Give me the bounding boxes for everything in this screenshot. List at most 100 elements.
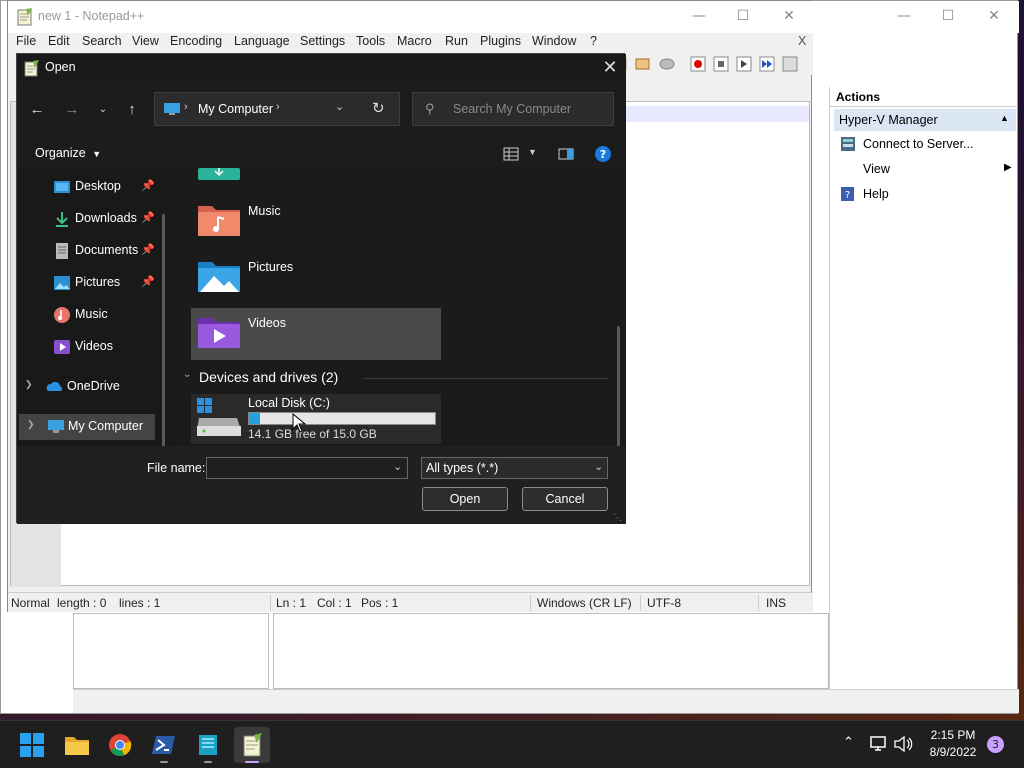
pictures-icon bbox=[54, 276, 70, 290]
address-dropdown-chevron-icon[interactable]: ⌄ bbox=[335, 100, 344, 113]
show-hidden-icons-chevron-icon[interactable]: ⌃ bbox=[843, 735, 854, 750]
help-icon[interactable]: ? bbox=[594, 145, 612, 163]
dialog-command-bar: Organize ▼ ▼ ? bbox=[17, 140, 626, 168]
file-name-input[interactable]: ⌄ bbox=[206, 457, 408, 479]
npp-maximize-button[interactable]: ☐ bbox=[720, 5, 766, 29]
action-view[interactable]: View ▶ bbox=[834, 158, 1014, 182]
action-help[interactable]: ? Help bbox=[834, 183, 1014, 207]
menu-edit[interactable]: Edit bbox=[48, 34, 70, 48]
taskbar-chrome[interactable] bbox=[102, 727, 138, 763]
sidebar-item-documents[interactable]: Documents 📌 bbox=[47, 240, 155, 262]
folder-pictures[interactable]: Pictures bbox=[191, 252, 441, 304]
taskbar-file-explorer[interactable] bbox=[58, 727, 94, 763]
back-arrow-icon[interactable]: ← bbox=[25, 98, 49, 122]
dialog-title: Open bbox=[45, 60, 76, 74]
chevron-down-icon[interactable]: ⌄ bbox=[393, 460, 402, 473]
start-button[interactable] bbox=[14, 727, 50, 763]
navigation-pane-scrollbar[interactable] bbox=[162, 214, 165, 454]
hyperv-minimize-button[interactable]: — bbox=[881, 5, 927, 29]
menu-view[interactable]: View bbox=[132, 34, 159, 48]
menu-bar: File Edit Search View Encoding Language … bbox=[8, 33, 813, 53]
resize-grip-icon[interactable]: ⋱ bbox=[613, 512, 622, 523]
cancel-button[interactable]: Cancel bbox=[522, 487, 608, 511]
menu-file[interactable]: File bbox=[16, 34, 36, 48]
expand-chevron-icon[interactable]: ❯ bbox=[25, 379, 33, 390]
address-bar[interactable]: › My Computer › ⌄ ↻ bbox=[154, 92, 400, 126]
menu-settings[interactable]: Settings bbox=[300, 34, 345, 48]
folder-music[interactable]: Music bbox=[191, 196, 441, 248]
menu-language[interactable]: Language bbox=[234, 34, 290, 48]
expand-chevron-icon[interactable]: ❯ bbox=[27, 419, 35, 430]
npp-minimize-button[interactable]: — bbox=[676, 5, 722, 29]
pin-icon: 📌 bbox=[141, 244, 155, 256]
menu-help[interactable]: ? bbox=[590, 34, 597, 48]
active-indicator bbox=[245, 761, 259, 763]
up-arrow-icon[interactable]: ↑ bbox=[120, 98, 144, 122]
taskbar-powershell[interactable] bbox=[146, 727, 182, 763]
hyperv-maximize-button[interactable]: ☐ bbox=[925, 5, 971, 29]
open-button[interactable]: Open bbox=[422, 487, 508, 511]
collapse-chevron-icon[interactable]: ⌄ bbox=[183, 369, 191, 380]
notification-badge[interactable]: 3 bbox=[987, 736, 1004, 753]
action-connect-to-server[interactable]: Connect to Server... bbox=[834, 133, 1014, 157]
collapse-up-icon[interactable]: ▲ bbox=[1000, 113, 1009, 123]
file-type-select[interactable]: All types (*.*) ⌄ bbox=[421, 457, 608, 479]
sidebar-item-videos[interactable]: Videos bbox=[47, 336, 155, 358]
preview-pane-icon[interactable] bbox=[558, 146, 574, 162]
running-indicator bbox=[204, 761, 212, 763]
sidebar-item-downloads[interactable]: Downloads 📌 bbox=[47, 208, 155, 230]
menu-plugins[interactable]: Plugins bbox=[480, 34, 521, 48]
menu-search[interactable]: Search bbox=[82, 34, 122, 48]
dialog-titlebar: Open ✕ bbox=[17, 54, 626, 82]
videos-icon bbox=[54, 340, 70, 354]
sidebar-item-onedrive[interactable]: ❯ OneDrive bbox=[25, 376, 145, 398]
downloads-folder-icon bbox=[198, 168, 240, 180]
pictures-folder-icon bbox=[198, 262, 240, 292]
hyperv-close-button[interactable]: ✕ bbox=[971, 5, 1017, 29]
documents-icon bbox=[56, 243, 68, 259]
action-label: View bbox=[863, 162, 890, 176]
drive-local-disk-c[interactable]: Local Disk (C:) 14.1 GB free of 15.0 GB bbox=[191, 394, 441, 444]
refresh-icon[interactable]: ↻ bbox=[372, 99, 385, 117]
taskbar-notepadpp[interactable] bbox=[234, 727, 270, 763]
sidebar-item-music[interactable]: Music bbox=[47, 304, 155, 326]
chevron-down-icon[interactable]: ⌄ bbox=[594, 460, 603, 473]
menu-window[interactable]: Window bbox=[532, 34, 576, 48]
taskbar-hyperv-manager[interactable] bbox=[190, 727, 226, 763]
npp-close-button[interactable]: ✕ bbox=[766, 5, 812, 29]
sidebar-item-desktop[interactable]: Desktop 📌 bbox=[47, 176, 155, 198]
menu-tools[interactable]: Tools bbox=[356, 34, 385, 48]
close-document-button[interactable]: X bbox=[798, 34, 806, 48]
organize-button[interactable]: Organize ▼ bbox=[35, 146, 101, 160]
sidebar-item-my-computer[interactable]: ❯ My Computer bbox=[19, 414, 155, 440]
view-options-icon[interactable] bbox=[503, 146, 519, 162]
sidebar-item-pictures[interactable]: Pictures 📌 bbox=[47, 272, 155, 294]
toolbar-icons bbox=[615, 56, 798, 72]
group-divider bbox=[363, 378, 608, 379]
menu-encoding[interactable]: Encoding bbox=[170, 34, 222, 48]
status-encoding: UTF-8 bbox=[647, 596, 681, 610]
sidebar-item-label: Downloads bbox=[75, 211, 137, 225]
folder-label: Pictures bbox=[248, 260, 294, 274]
actions-panel: Actions Hyper-V Manager ▲ Connect to Ser… bbox=[829, 87, 1018, 689]
devices-group-header[interactable]: ⌄ Devices and drives (2) bbox=[183, 368, 613, 388]
folder-videos[interactable]: Videos bbox=[191, 308, 441, 360]
search-box[interactable]: ⚲ Search My Computer bbox=[412, 92, 614, 126]
clock-date: 8/9/2022 bbox=[929, 745, 977, 759]
actions-section-hyperv-manager[interactable]: Hyper-V Manager ▲ bbox=[834, 109, 1016, 131]
status-ln: Ln : 1 bbox=[276, 596, 307, 610]
action-label: Help bbox=[863, 187, 889, 201]
recent-locations-chevron-icon[interactable]: ⌄ bbox=[91, 98, 115, 122]
view-options-caret-icon[interactable]: ▼ bbox=[528, 147, 537, 157]
volume-icon[interactable] bbox=[893, 735, 913, 753]
forward-arrow-icon[interactable]: → bbox=[60, 98, 84, 122]
network-icon[interactable] bbox=[869, 735, 889, 753]
file-list-scrollbar[interactable] bbox=[617, 326, 620, 460]
menu-run[interactable]: Run bbox=[445, 34, 468, 48]
menu-macro[interactable]: Macro bbox=[397, 34, 432, 48]
sidebar-item-label: Music bbox=[75, 307, 108, 321]
dialog-close-button[interactable]: ✕ bbox=[595, 56, 625, 80]
notepadpp-app-icon bbox=[243, 733, 262, 757]
system-clock[interactable]: 2:15 PM 8/9/2022 bbox=[918, 727, 988, 761]
server-icon bbox=[841, 137, 855, 151]
